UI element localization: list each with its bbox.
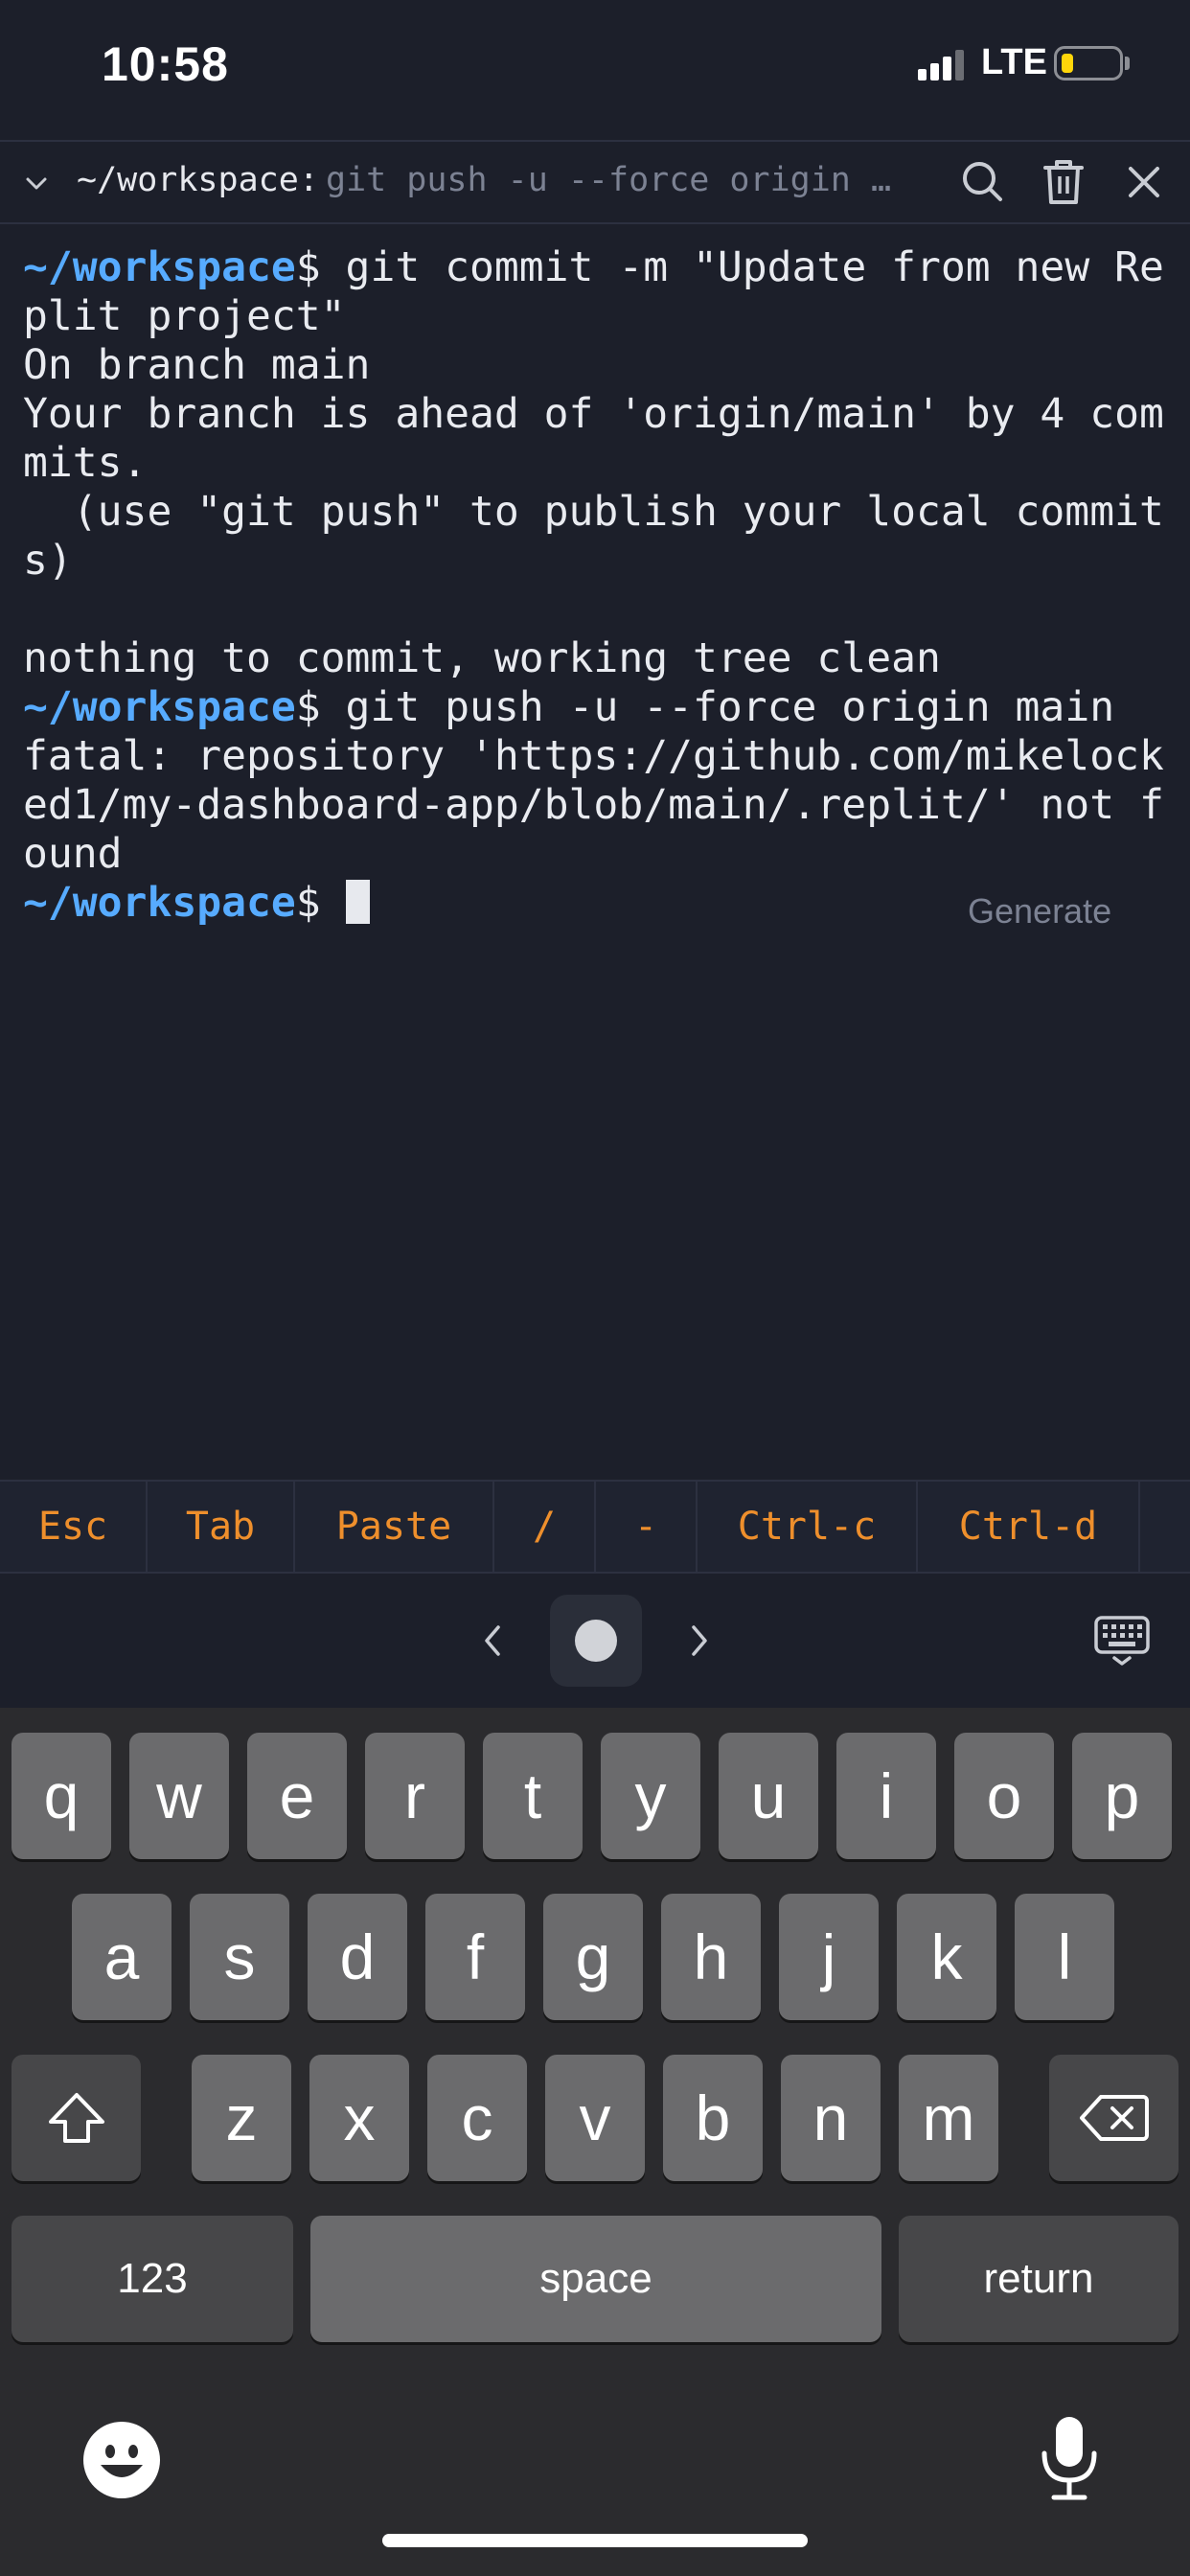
key-k[interactable]: k: [897, 1894, 996, 2020]
terminal-text: (use "git push" to publish your local co…: [23, 488, 1164, 536]
cellular-signal-icon: [918, 50, 964, 80]
terminal-text: ed1/my-dashboard-app/blob/main/.replit/'…: [23, 781, 1164, 829]
key-b[interactable]: b: [663, 2055, 763, 2181]
divider: [0, 222, 1190, 224]
key-c[interactable]: c: [427, 2055, 527, 2181]
trash-icon[interactable]: [1037, 155, 1090, 209]
terminal-line: nothing to commit, working tree clean: [23, 634, 1173, 683]
key-t[interactable]: t: [483, 1733, 583, 1859]
key-y[interactable]: y: [601, 1733, 700, 1859]
key-h[interactable]: h: [661, 1894, 761, 2020]
terminal-text: fatal: repository 'https://github.com/mi…: [23, 732, 1164, 780]
key-l[interactable]: l: [1015, 1894, 1114, 2020]
terminal-text: $: [295, 879, 346, 927]
home-indicator[interactable]: [382, 2534, 808, 2547]
network-type: LTE: [981, 42, 1047, 82]
status-time: 10:58: [102, 37, 229, 91]
key-i[interactable]: i: [836, 1733, 936, 1859]
battery-level: [1062, 54, 1073, 73]
battery-nub: [1125, 57, 1130, 70]
space-key[interactable]: space: [310, 2216, 881, 2342]
shift-icon: [48, 2093, 104, 2143]
terminal-text: nothing to commit, working tree clean: [23, 634, 941, 682]
key-v[interactable]: v: [545, 2055, 645, 2181]
search-icon[interactable]: [956, 155, 1010, 209]
extra-key-paste[interactable]: Paste: [295, 1482, 494, 1572]
extra-key-dash[interactable]: -: [596, 1482, 698, 1572]
cursor-dot-icon: [575, 1620, 617, 1662]
shift-key[interactable]: [11, 2055, 141, 2181]
tab-title[interactable]: ~/workspace:: [77, 161, 319, 199]
microphone-icon[interactable]: [1039, 2415, 1100, 2506]
terminal-line: Your branch is ahead of 'origin/main' by…: [23, 390, 1173, 439]
terminal-text: mits.: [23, 439, 148, 487]
chevron-down-icon[interactable]: [21, 169, 52, 199]
terminal-line: ed1/my-dashboard-app/blob/main/.replit/'…: [23, 781, 1173, 830]
key-q[interactable]: q: [11, 1733, 111, 1859]
key-j[interactable]: j: [779, 1894, 879, 2020]
key-u[interactable]: u: [719, 1733, 818, 1859]
key-f[interactable]: f: [425, 1894, 525, 2020]
emoji-icon[interactable]: [82, 2421, 161, 2504]
battery-icon: [1054, 46, 1123, 80]
numbers-key[interactable]: 123: [11, 2216, 293, 2342]
prompt-path: ~/workspace: [23, 243, 296, 291]
key-x[interactable]: x: [309, 2055, 409, 2181]
terminal-text: s): [23, 537, 73, 585]
close-icon[interactable]: [1117, 155, 1171, 209]
extra-key-esc[interactable]: Esc: [0, 1482, 148, 1572]
key-d[interactable]: d: [308, 1894, 407, 2020]
backspace-key[interactable]: [1049, 2055, 1179, 2181]
terminal-text: $ git commit -m "Update from new Re: [295, 243, 1164, 291]
terminal-line: ~/workspace$ git commit -m "Update from …: [23, 243, 1173, 292]
key-z[interactable]: z: [192, 2055, 291, 2181]
generate-hint[interactable]: Generate: [968, 891, 1111, 932]
key-s[interactable]: s: [190, 1894, 289, 2020]
key-n[interactable]: n: [781, 2055, 881, 2181]
terminal-line: s): [23, 537, 1173, 586]
chevron-right-icon[interactable]: [680, 1618, 719, 1664]
extra-key-ctrl-d[interactable]: Ctrl-d: [918, 1482, 1140, 1572]
terminal-text: plit project": [23, 292, 346, 340]
terminal-text: $ git push -u --force origin main: [295, 683, 1115, 731]
terminal-line: ound: [23, 830, 1173, 879]
prompt-path: ~/workspace: [23, 879, 296, 927]
chevron-left-icon[interactable]: [473, 1618, 512, 1664]
terminal-line: plit project": [23, 292, 1173, 341]
extra-key-ctrl-c[interactable]: Ctrl-c: [698, 1482, 918, 1572]
extra-key-tab[interactable]: Tab: [148, 1482, 295, 1572]
key-m[interactable]: m: [899, 2055, 998, 2181]
keyboard-dismiss-icon[interactable]: [1092, 1614, 1152, 1668]
key-g[interactable]: g: [543, 1894, 643, 2020]
terminal-output[interactable]: ~/workspace$ git commit -m "Update from …: [23, 243, 1173, 928]
tab-command[interactable]: git push -u --force origin …: [326, 161, 912, 199]
backspace-icon: [1079, 2095, 1149, 2141]
text-cursor: [345, 880, 370, 924]
terminal-line: On branch main: [23, 341, 1173, 390]
terminal-line: mits.: [23, 439, 1173, 488]
terminal-line: ~/workspace$ git push -u --force origin …: [23, 683, 1173, 732]
key-e[interactable]: e: [247, 1733, 347, 1859]
key-a[interactable]: a: [72, 1894, 172, 2020]
extra-keys-toolbar: Esc Tab Paste / - Ctrl-c Ctrl-d: [0, 1480, 1190, 1574]
key-w[interactable]: w: [129, 1733, 229, 1859]
prompt-path: ~/workspace: [23, 683, 296, 731]
key-p[interactable]: p: [1072, 1733, 1172, 1859]
extra-key-slash[interactable]: /: [494, 1482, 596, 1572]
terminal-line: (use "git push" to publish your local co…: [23, 488, 1173, 537]
terminal-line: fatal: repository 'https://github.com/mi…: [23, 732, 1173, 781]
terminal-text: ound: [23, 830, 123, 878]
terminal-text: Your branch is ahead of 'origin/main' by…: [23, 390, 1164, 438]
terminal-text: On branch main: [23, 341, 371, 389]
key-o[interactable]: o: [954, 1733, 1054, 1859]
return-key[interactable]: return: [899, 2216, 1179, 2342]
divider: [0, 140, 1190, 142]
key-r[interactable]: r: [365, 1733, 465, 1859]
